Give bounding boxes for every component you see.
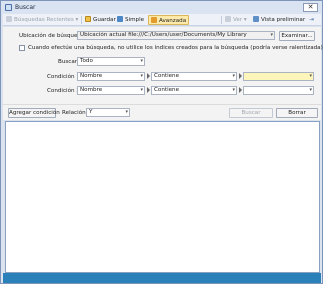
toolbar: Búsquedas Recientes ▾ Guardar ▾ Simple A… <box>3 14 321 26</box>
chevron-down-icon: ▾ <box>309 73 312 79</box>
condition-2-field-select[interactable]: Nombre ▾ <box>77 86 145 95</box>
condition-1-field-value: Nombre <box>80 73 103 79</box>
save-icon <box>85 16 91 22</box>
search-form: Ubicación de búsqueda: Ubicación actual … <box>3 27 323 120</box>
relation-label: Relación: <box>62 110 88 116</box>
chevron-down-icon: ▾ <box>232 87 235 93</box>
arrow-right-icon <box>147 87 150 93</box>
simple-label: Simple <box>125 17 145 23</box>
condition-1-field-select[interactable]: Nombre ▾ <box>77 72 145 81</box>
preview-label: Vista preliminar <box>261 17 306 23</box>
close-button[interactable]: ✕ <box>303 3 318 12</box>
pin-button[interactable]: ⇥ <box>309 15 314 25</box>
arrow-right-icon <box>239 73 242 79</box>
toolbar-separator <box>221 16 222 24</box>
no-index-label: Cuando efectúe una búsqueda, no utilice … <box>28 45 323 51</box>
search-type-select[interactable]: Todo ▾ <box>77 57 145 66</box>
close-icon: ✕ <box>307 3 314 11</box>
recent-searches-label: Búsquedas Recientes <box>14 17 74 23</box>
app-icon <box>5 4 12 11</box>
relation-value: Y <box>89 109 93 115</box>
arrow-right-icon <box>147 73 150 79</box>
condition-2-operator-value: Contiene <box>154 87 180 93</box>
chevron-down-icon: ▾ <box>125 109 128 115</box>
save-button[interactable]: Guardar ▾ <box>85 15 120 25</box>
condition-1-operator-value: Contiene <box>154 73 180 79</box>
divider <box>3 104 321 105</box>
add-condition-button[interactable]: Agregar condición <box>8 108 60 118</box>
simple-search-icon <box>117 16 123 22</box>
pin-icon: ⇥ <box>309 17 314 23</box>
chevron-down-icon: ▾ <box>140 73 143 79</box>
location-value: Ubicación actual file:///C:/Users/user/D… <box>80 32 247 38</box>
chevron-down-icon: ▾ <box>140 58 143 64</box>
chevron-down-icon: ▾ <box>242 17 247 23</box>
browse-button[interactable]: Examinar... <box>279 31 315 41</box>
search-type-label: Buscar: <box>58 59 79 65</box>
save-label: Guardar <box>93 17 116 23</box>
status-bar <box>3 273 321 283</box>
advanced-label: Avanzada <box>159 18 187 24</box>
view-label: Ver <box>233 17 243 23</box>
preview-icon <box>253 16 259 22</box>
condition-2-field-value: Nombre <box>80 87 103 93</box>
location-field[interactable]: Ubicación actual file:///C:/Users/user/D… <box>77 31 275 40</box>
results-pane[interactable] <box>5 121 320 273</box>
toolbar-separator <box>81 16 82 24</box>
chevron-down-icon: ▾ <box>140 87 143 93</box>
recent-searches-icon <box>6 16 12 22</box>
search-button[interactable]: Buscar <box>229 108 273 118</box>
preview-button[interactable]: Vista preliminar <box>253 15 305 25</box>
search-type-value: Todo <box>80 58 93 64</box>
advanced-search-icon <box>151 17 157 23</box>
chevron-down-icon: ▾ <box>73 17 79 23</box>
condition-1-value-input[interactable]: ▾ <box>243 72 314 81</box>
chevron-down-icon: ▾ <box>270 32 273 38</box>
arrow-right-icon <box>239 87 242 93</box>
advanced-button[interactable]: Avanzada <box>148 15 190 25</box>
condition-2-operator-select[interactable]: Contiene ▾ <box>151 86 237 95</box>
window-title: Buscar <box>15 4 36 11</box>
recent-searches-button[interactable]: Búsquedas Recientes ▾ <box>6 15 78 25</box>
simple-button[interactable]: Simple <box>117 15 144 25</box>
title-bar: Buscar ✕ <box>1 1 322 14</box>
condition-2-value-input[interactable]: ▾ <box>243 86 314 95</box>
relation-select[interactable]: Y ▾ <box>86 108 130 117</box>
chevron-down-icon: ▾ <box>232 73 235 79</box>
condition-1-operator-select[interactable]: Contiene ▾ <box>151 72 237 81</box>
view-icon <box>225 16 231 22</box>
view-button[interactable]: Ver ▾ <box>225 15 247 25</box>
chevron-down-icon: ▾ <box>309 87 312 93</box>
search-window: Buscar ✕ Búsquedas Recientes ▾ Guardar ▾… <box>0 0 323 284</box>
clear-button[interactable]: Borrar <box>276 108 318 118</box>
no-index-checkbox[interactable] <box>19 45 25 51</box>
